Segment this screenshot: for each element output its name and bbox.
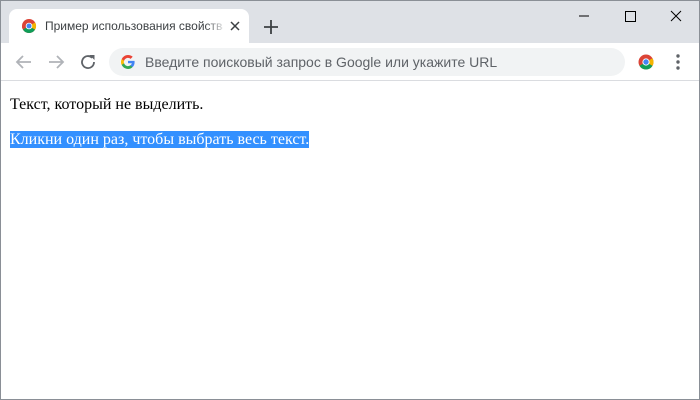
chromium-favicon-icon — [21, 19, 37, 34]
page-content: Текст, который не выделить. Кликни один … — [1, 82, 699, 399]
tab-title: Пример использования свойства user-selec… — [45, 19, 223, 33]
active-tab[interactable]: Пример использования свойства user-selec… — [9, 9, 249, 43]
google-g-icon — [121, 55, 135, 69]
reload-icon[interactable] — [76, 50, 100, 74]
browser-toolbar: Введите поисковый запрос в Google или ук… — [1, 43, 699, 81]
close-tab-icon[interactable] — [228, 19, 242, 33]
select-all-text[interactable]: Кликни один раз, чтобы выбрать весь текс… — [10, 131, 310, 149]
back-arrow-icon[interactable] — [12, 50, 36, 74]
forward-arrow-icon[interactable] — [44, 50, 68, 74]
selected-text-highlight: Кликни один раз, чтобы выбрать весь текс… — [10, 131, 310, 148]
address-bar[interactable]: Введите поисковый запрос в Google или ук… — [109, 48, 625, 76]
maximize-window-icon[interactable] — [607, 1, 653, 31]
unselectable-text: Текст, который не выделить. — [10, 96, 204, 113]
address-bar-placeholder: Введите поисковый запрос в Google или ук… — [145, 54, 498, 70]
kebab-menu-icon[interactable] — [668, 50, 688, 74]
tab-strip: Пример использования свойства user-selec… — [1, 1, 699, 43]
extension-icon[interactable] — [637, 53, 655, 71]
minimize-window-icon[interactable] — [561, 1, 607, 31]
browser-window: Пример использования свойства user-selec… — [0, 0, 700, 400]
new-tab-plus-icon[interactable] — [259, 15, 283, 39]
close-window-icon[interactable] — [653, 1, 699, 31]
tab-title-fade — [205, 15, 227, 37]
